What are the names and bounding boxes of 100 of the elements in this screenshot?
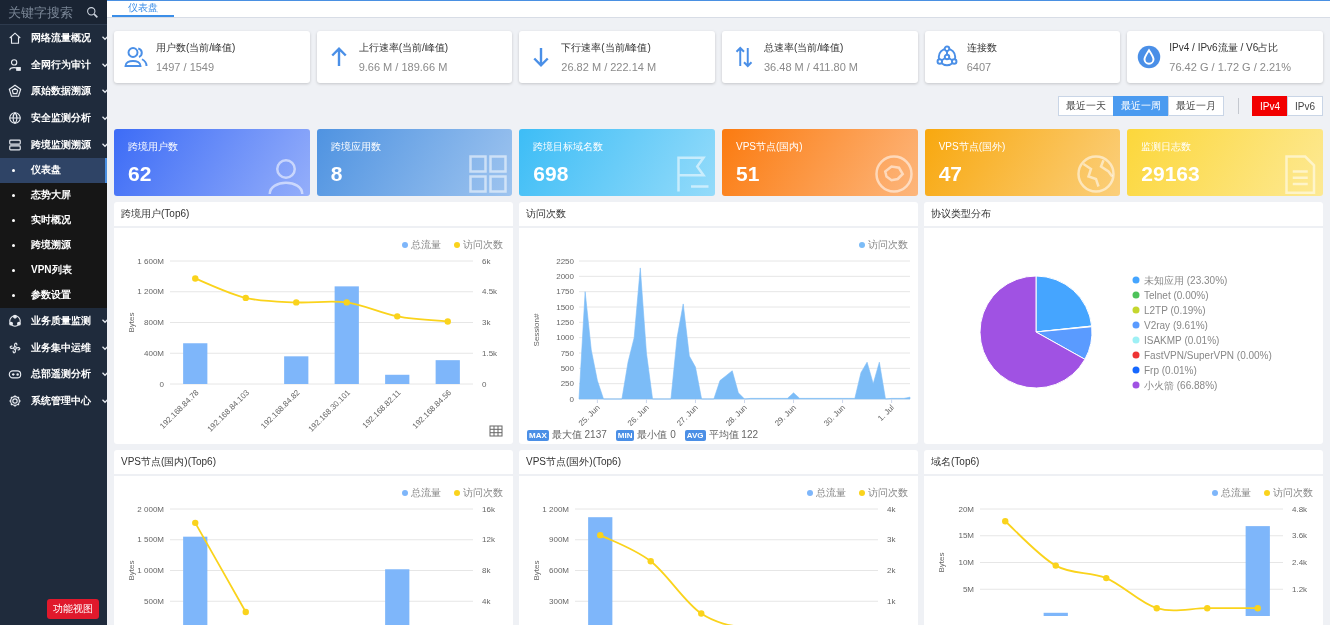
legend-label: 总流量 — [411, 238, 441, 250]
kpi-title: 跨境用户数 — [128, 139, 178, 154]
axis-label: 500M — [144, 596, 164, 606]
stat-label: 平均值 122 — [708, 428, 759, 442]
axis-label: 1750 — [556, 287, 574, 297]
axis-label: 15M — [958, 531, 974, 541]
axis-label: 1 000M — [137, 566, 164, 575]
kpi-value: 51 — [736, 161, 761, 186]
axis-label: 28. Jun — [724, 403, 749, 426]
axis-label: 0 — [159, 379, 164, 389]
legend-label: FastVPN/SuperVPN (0.00%) — [1144, 349, 1272, 361]
legend-label: L2TP (0.19%) — [1144, 304, 1206, 316]
axis-label: 500 — [560, 363, 574, 373]
axis-label: 1. Jul — [876, 403, 897, 423]
axis-label: 1 500M — [137, 535, 164, 545]
axis-title: Session# — [532, 313, 541, 347]
kpi-value: 698 — [533, 161, 570, 186]
axis-label: 12k — [482, 535, 495, 545]
axis-label: 5M — [962, 584, 974, 594]
axis-label: 800M — [144, 318, 164, 327]
axis-title: Bytes — [937, 552, 946, 573]
kpi-value: 62 — [128, 161, 153, 186]
legend-label: 访问次数 — [868, 486, 908, 498]
axis-label: 1k — [887, 596, 896, 606]
kpi-value: 29163 — [1141, 161, 1200, 186]
kpi-title: 跨境应用数 — [330, 139, 381, 154]
axis-title: Bytes — [532, 560, 541, 581]
axis-label: 30. Jun — [822, 403, 847, 426]
axis-label: 4k — [482, 596, 491, 606]
panel-title: 访问次数 — [526, 207, 566, 221]
panel-title: 跨境用户(Top6) — [121, 207, 190, 221]
axis-label: 2250 — [556, 256, 574, 266]
axis-label: 1.2k — [1292, 584, 1308, 594]
panel-title: 协议类型分布 — [931, 207, 991, 221]
stat-title: IPv4 / IPv6流量 / V6占比 — [1169, 41, 1280, 55]
axis-label: 3.6k — [1292, 531, 1308, 541]
legend-label: 访问次数 — [868, 238, 908, 250]
stat-value: 76.42 G / 1.72 G / 2.21% — [1169, 61, 1291, 73]
axis-title: Bytes — [127, 560, 136, 581]
axis-label: 1 200M — [137, 287, 164, 297]
kpi-value: 8 — [330, 161, 344, 186]
axis-label: 27. Jun — [674, 403, 700, 426]
axis-label: 400M — [144, 348, 164, 358]
axis-label: 300M — [549, 596, 569, 606]
kpi-title: VPS节点(国外) — [938, 139, 1006, 154]
stat-value: 6407 — [966, 61, 993, 73]
axis-label: 3k — [482, 318, 491, 327]
stat-badge: MAX — [527, 429, 549, 441]
legend-label: Frp (0.01%) — [1144, 364, 1197, 376]
axis-label: 29. Jun — [773, 403, 798, 426]
legend-label: 未知应用 (23.30%) — [1144, 274, 1228, 286]
axis-label: 6k — [482, 256, 491, 266]
axis-label: 26. Jun — [625, 403, 651, 426]
panel-title: 域名(Top6) — [931, 455, 980, 469]
axis-label: 2.4k — [1292, 558, 1308, 567]
legend-label: ISAKMP (0.01%) — [1144, 334, 1220, 346]
axis-label: 4k — [887, 504, 896, 514]
panel-title: VPS节点(国外)(Top6) — [526, 455, 621, 469]
stat-value: 36.48 M / 411.80 M — [764, 61, 858, 73]
axis-label: 0 — [482, 379, 487, 389]
axis-label: 1250 — [556, 317, 574, 327]
axis-label: 8k — [482, 566, 491, 575]
stat-label: 最小值 0 — [637, 428, 676, 442]
kpi-value: 47 — [938, 161, 963, 186]
stat-label: 最大值 2137 — [551, 428, 607, 442]
axis-label: 1500 — [556, 302, 574, 312]
axis-label: 600M — [549, 566, 569, 575]
axis-label: 3k — [887, 535, 896, 545]
panel-title: VPS节点(国内)(Top6) — [121, 455, 216, 469]
stat-title: 下行速率(当前/峰值) — [561, 41, 652, 55]
axis-label: 2k — [887, 566, 896, 575]
stat-title: 用户数(当前/峰值) — [156, 41, 236, 55]
axis-label: 250 — [560, 379, 574, 389]
axis-label: 4.5k — [482, 287, 498, 297]
legend-label: 小火箭 (66.88%) — [1144, 379, 1218, 391]
axis-label: 2000 — [556, 271, 574, 281]
legend-label: 总流量 — [816, 486, 846, 498]
axis-label: 1.5k — [482, 348, 498, 358]
axis-label: 16k — [482, 504, 495, 514]
legend-label: 访问次数 — [463, 238, 503, 250]
axis-label: 0 — [569, 394, 574, 404]
kpi-title: VPS节点(国内) — [736, 139, 803, 154]
axis-label: 1 600M — [137, 256, 164, 266]
stat-title: 总速率(当前/峰值) — [764, 41, 845, 55]
stat-title: 上行速率(当前/峰值) — [358, 41, 449, 55]
stat-value: 1497 / 1549 — [156, 61, 216, 73]
axis-label: 20M — [958, 504, 974, 514]
legend-label: 总流量 — [411, 486, 441, 498]
stat-value: 9.66 M / 189.66 M — [358, 61, 449, 73]
axis-label: 1000 — [556, 333, 574, 343]
axis-label: 2 000M — [137, 504, 164, 514]
stat-badge: MIN — [615, 429, 635, 441]
kpi-title: 跨境目标域名数 — [533, 139, 604, 154]
axis-label: 900M — [549, 535, 569, 545]
stat-value: 26.82 M / 222.14 M — [561, 61, 657, 73]
kpi-title: 监测日志数 — [1141, 139, 1193, 154]
legend-label: 访问次数 — [463, 486, 503, 498]
stat-badge: AVG — [684, 429, 706, 441]
axis-label: 1 200M — [542, 504, 569, 514]
axis-label: 25. Jun — [576, 403, 602, 426]
